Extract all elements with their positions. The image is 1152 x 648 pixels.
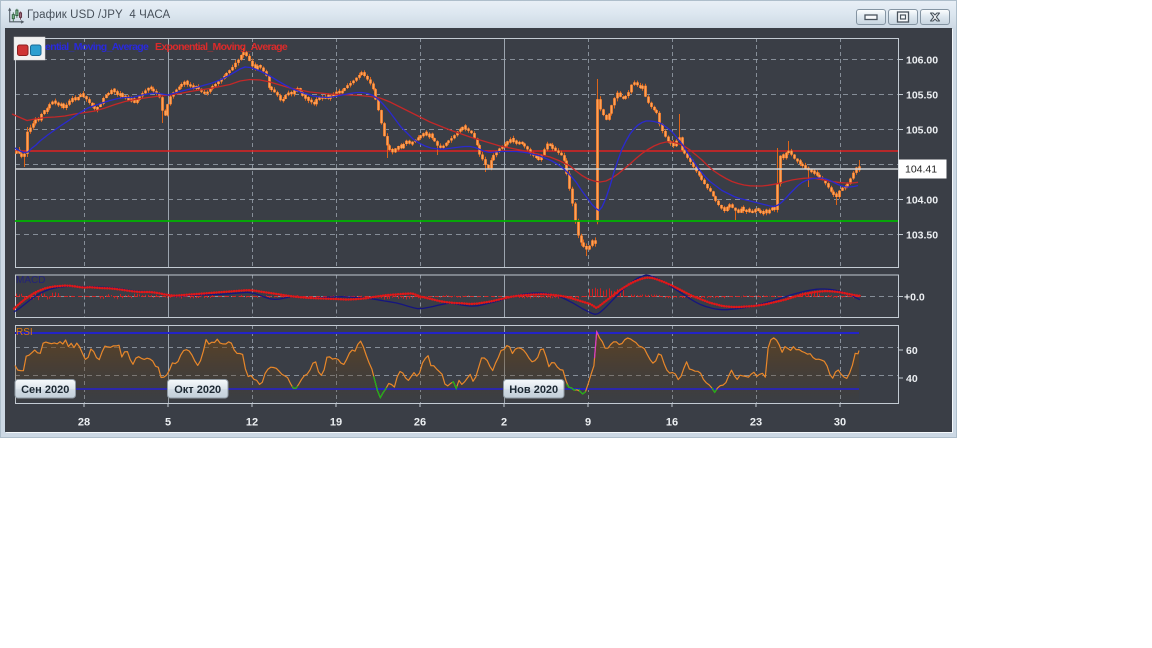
- svg-text:2: 2: [501, 417, 507, 429]
- svg-text:104.41: 104.41: [905, 164, 937, 176]
- svg-text:60: 60: [906, 345, 918, 357]
- svg-text:19: 19: [330, 417, 342, 429]
- svg-text:106.00: 106.00: [906, 55, 938, 67]
- svg-text:Окт 2020: Окт 2020: [174, 384, 221, 396]
- svg-text:28: 28: [78, 417, 90, 429]
- svg-text:103.50: 103.50: [906, 230, 938, 242]
- svg-text:23: 23: [750, 417, 762, 429]
- svg-text:ential_Moving_Average: ential_Moving_Average: [45, 41, 149, 53]
- svg-text:5: 5: [165, 417, 171, 429]
- svg-text:Сен 2020: Сен 2020: [21, 384, 69, 396]
- svg-text:30: 30: [834, 417, 846, 429]
- svg-text:+0.0: +0.0: [904, 292, 925, 304]
- svg-text:Нов 2020: Нов 2020: [509, 384, 558, 396]
- svg-text:40: 40: [906, 373, 918, 385]
- svg-text:RSI: RSI: [16, 327, 33, 338]
- svg-text:12: 12: [246, 417, 258, 429]
- svg-text:16: 16: [666, 417, 678, 429]
- svg-text:Exponential_Moving_Average: Exponential_Moving_Average: [155, 41, 288, 53]
- svg-text:104.00: 104.00: [906, 195, 938, 207]
- svg-text:26: 26: [414, 417, 426, 429]
- svg-text:105.00: 105.00: [906, 125, 938, 137]
- svg-text:MACD: MACD: [16, 275, 45, 286]
- svg-text:105.50: 105.50: [906, 90, 938, 102]
- svg-text:9: 9: [585, 417, 591, 429]
